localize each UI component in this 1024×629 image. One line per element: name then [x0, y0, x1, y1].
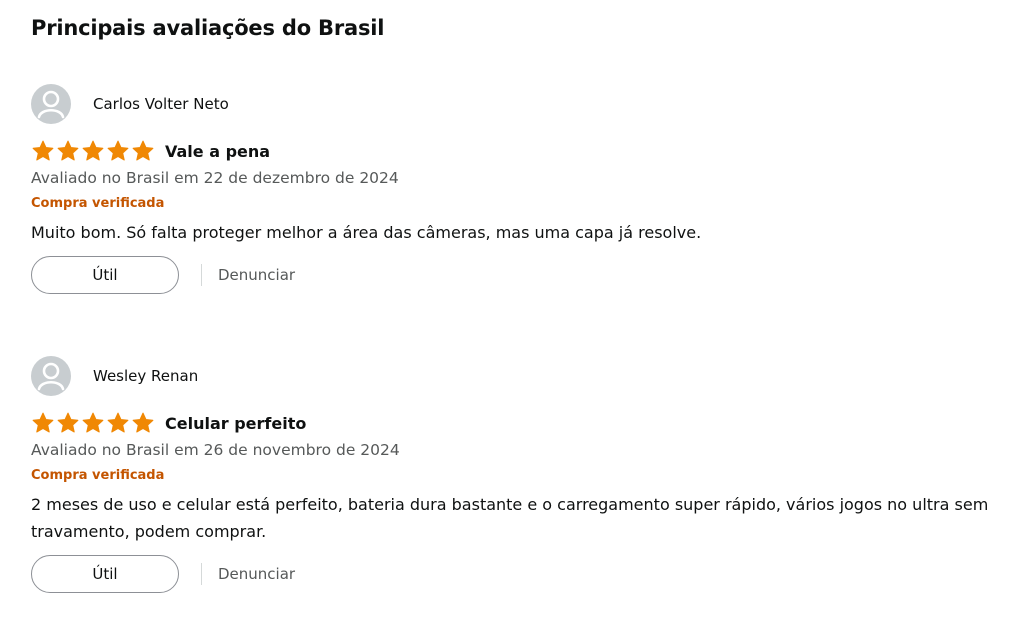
reviewer-profile[interactable]: Carlos Volter Neto — [31, 84, 1021, 124]
review-text: Muito bom. Só falta proteger melhor a ár… — [31, 223, 702, 242]
report-link[interactable]: Denunciar — [218, 266, 295, 284]
helpful-button[interactable]: Útil — [31, 555, 179, 593]
star-rating[interactable] — [31, 411, 155, 435]
star-icon — [81, 411, 105, 435]
review-date: Avaliado no Brasil em 26 de novembro de … — [31, 441, 400, 459]
section-title: Principais avaliações do Brasil — [31, 16, 385, 40]
star-rating[interactable] — [31, 139, 155, 163]
star-icon — [131, 411, 155, 435]
reviews-page: Principais avaliações do Brasil Carlos V… — [0, 0, 1024, 629]
avatar-icon — [31, 356, 71, 396]
star-icon — [31, 139, 55, 163]
verified-purchase-badge[interactable]: Compra verificada — [31, 195, 1021, 213]
avatar-icon — [31, 84, 71, 124]
helpful-button[interactable]: Útil — [31, 256, 179, 294]
review-item: Carlos Volter Neto Vale a pena Avaliado … — [31, 84, 1021, 294]
reviewer-name[interactable]: Wesley Renan — [93, 367, 198, 385]
verified-purchase-badge[interactable]: Compra verificada — [31, 467, 1021, 485]
reviewer-name[interactable]: Carlos Volter Neto — [93, 95, 229, 113]
star-icon — [106, 411, 130, 435]
star-icon — [81, 139, 105, 163]
review-title[interactable]: Vale a pena — [165, 142, 270, 161]
review-text: 2 meses de uso e celular está perfeito, … — [31, 495, 989, 541]
star-icon — [131, 139, 155, 163]
reviewer-profile[interactable]: Wesley Renan — [31, 356, 1021, 396]
star-icon — [31, 411, 55, 435]
star-icon — [56, 139, 80, 163]
star-icon — [56, 411, 80, 435]
report-link[interactable]: Denunciar — [218, 565, 295, 583]
review-date: Avaliado no Brasil em 22 de dezembro de … — [31, 169, 399, 187]
star-icon — [106, 139, 130, 163]
divider — [201, 264, 202, 286]
review-item: Wesley Renan Celular perfeito Avaliado n… — [31, 356, 1021, 593]
review-title[interactable]: Celular perfeito — [165, 414, 306, 433]
divider — [201, 563, 202, 585]
